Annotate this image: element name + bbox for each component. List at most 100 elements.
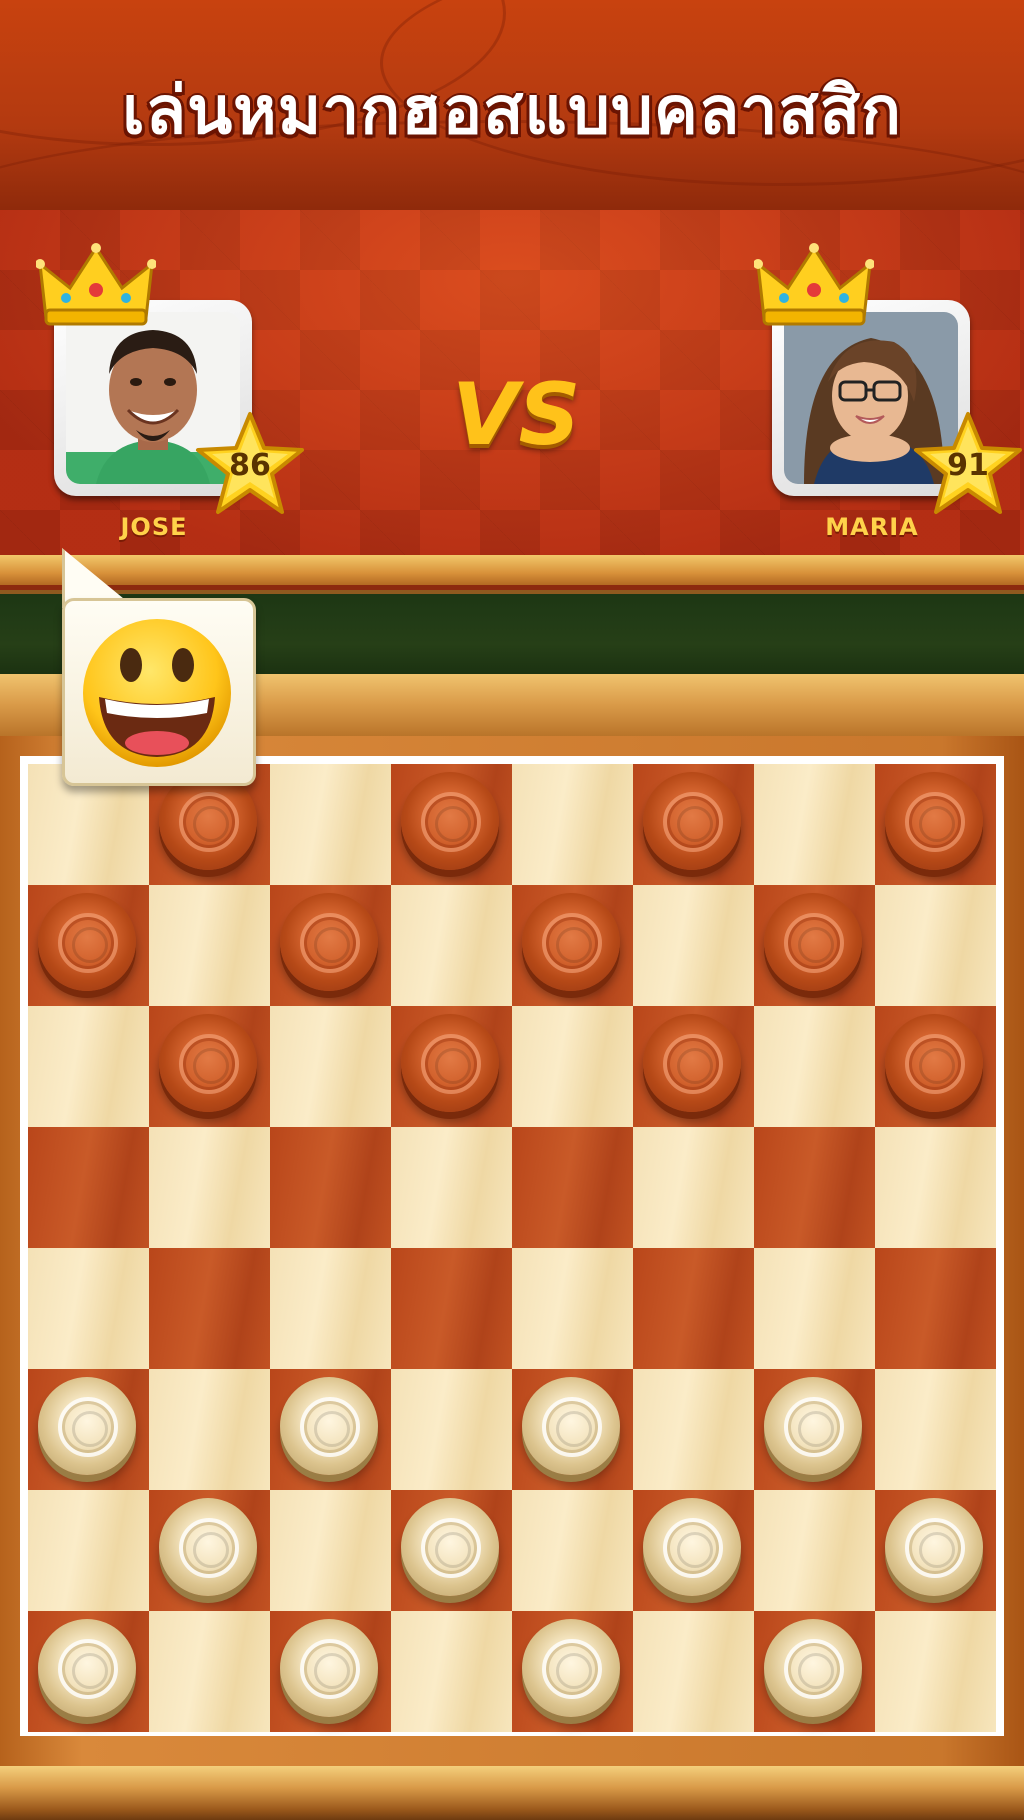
board-square[interactable] <box>149 1127 270 1248</box>
red-checker-piece[interactable] <box>401 772 499 870</box>
board-square[interactable] <box>28 1006 149 1127</box>
white-checker-piece[interactable] <box>522 1619 620 1717</box>
board-square[interactable] <box>391 885 512 1006</box>
board-square[interactable] <box>149 885 270 1006</box>
board-square[interactable] <box>754 1490 875 1611</box>
title-banner: เล่นหมากฮอสแบบคลาสสิก <box>0 0 1024 210</box>
board-square[interactable] <box>754 1127 875 1248</box>
red-checker-piece[interactable] <box>764 893 862 991</box>
white-checker-piece[interactable] <box>38 1377 136 1475</box>
board-square[interactable] <box>28 1611 149 1732</box>
board-square[interactable] <box>149 1006 270 1127</box>
board-square[interactable] <box>270 1006 391 1127</box>
board-square[interactable] <box>270 1490 391 1611</box>
board-square[interactable] <box>875 1248 996 1369</box>
white-checker-piece[interactable] <box>280 1377 378 1475</box>
board-square[interactable] <box>512 1490 633 1611</box>
red-checker-piece[interactable] <box>885 1014 983 1112</box>
board-square[interactable] <box>633 1127 754 1248</box>
board-square[interactable] <box>391 1248 512 1369</box>
emoji-chat-bubble[interactable] <box>62 598 256 786</box>
white-checker-piece[interactable] <box>764 1619 862 1717</box>
board-square[interactable] <box>28 1490 149 1611</box>
board-square[interactable] <box>391 1127 512 1248</box>
red-checker-piece[interactable] <box>280 893 378 991</box>
grinning-face-icon <box>83 619 231 767</box>
white-checker-piece[interactable] <box>280 1619 378 1717</box>
board-square[interactable] <box>149 1490 270 1611</box>
level-badge: 86 <box>194 410 306 518</box>
board-square[interactable] <box>391 1369 512 1490</box>
board-square[interactable] <box>633 1611 754 1732</box>
player-card-jose[interactable]: 86 JOSE <box>36 243 304 541</box>
level-number: 91 <box>947 448 989 483</box>
board-square[interactable] <box>391 1611 512 1732</box>
board-square[interactable] <box>754 1369 875 1490</box>
player-card-maria[interactable]: 91 MARIA <box>754 243 1022 541</box>
board-square[interactable] <box>633 764 754 885</box>
board-square[interactable] <box>875 1611 996 1732</box>
board-square[interactable] <box>270 885 391 1006</box>
board-square[interactable] <box>391 1490 512 1611</box>
red-checker-piece[interactable] <box>643 1014 741 1112</box>
board-square[interactable] <box>512 1127 633 1248</box>
board-square[interactable] <box>28 1127 149 1248</box>
white-checker-piece[interactable] <box>643 1498 741 1596</box>
white-checker-piece[interactable] <box>764 1377 862 1475</box>
board-square[interactable] <box>633 1006 754 1127</box>
board-square[interactable] <box>754 1248 875 1369</box>
board-square[interactable] <box>270 1369 391 1490</box>
board-square[interactable] <box>633 885 754 1006</box>
crown-icon <box>36 243 156 326</box>
white-checker-piece[interactable] <box>522 1377 620 1475</box>
board-square[interactable] <box>633 1369 754 1490</box>
board-square[interactable] <box>633 1490 754 1611</box>
board-square[interactable] <box>512 764 633 885</box>
red-checker-piece[interactable] <box>643 772 741 870</box>
board-square[interactable] <box>149 1369 270 1490</box>
white-checker-piece[interactable] <box>401 1498 499 1596</box>
board-square[interactable] <box>754 885 875 1006</box>
red-checker-piece[interactable] <box>522 893 620 991</box>
board-square[interactable] <box>875 1127 996 1248</box>
red-checker-piece[interactable] <box>38 893 136 991</box>
white-checker-piece[interactable] <box>38 1619 136 1717</box>
board-square[interactable] <box>512 885 633 1006</box>
board-square[interactable] <box>875 1006 996 1127</box>
red-checker-piece[interactable] <box>159 1014 257 1112</box>
board-square[interactable] <box>270 1611 391 1732</box>
board-square[interactable] <box>28 1248 149 1369</box>
red-checker-piece[interactable] <box>401 1014 499 1112</box>
white-checker-piece[interactable] <box>885 1498 983 1596</box>
vs-label: VS <box>452 365 581 465</box>
board-square[interactable] <box>391 764 512 885</box>
board-square[interactable] <box>754 764 875 885</box>
board-square[interactable] <box>28 1369 149 1490</box>
board-square[interactable] <box>754 1611 875 1732</box>
board-square[interactable] <box>875 1369 996 1490</box>
board-square[interactable] <box>270 764 391 885</box>
level-badge: 91 <box>912 410 1024 518</box>
board-square[interactable] <box>149 1611 270 1732</box>
board-square[interactable] <box>149 1248 270 1369</box>
player-name: JOSE <box>120 513 188 541</box>
board-frame-bottom <box>0 1766 1024 1820</box>
level-number: 86 <box>229 448 271 483</box>
board-square[interactable] <box>512 1006 633 1127</box>
board-square[interactable] <box>512 1248 633 1369</box>
board-square[interactable] <box>875 1490 996 1611</box>
board-square[interactable] <box>270 1127 391 1248</box>
board-square[interactable] <box>875 764 996 885</box>
board-square[interactable] <box>633 1248 754 1369</box>
red-checker-piece[interactable] <box>885 772 983 870</box>
board-square[interactable] <box>270 1248 391 1369</box>
board-square[interactable] <box>512 1611 633 1732</box>
board-square[interactable] <box>754 1006 875 1127</box>
board-square[interactable] <box>391 1006 512 1127</box>
board-square[interactable] <box>875 885 996 1006</box>
board-grid <box>28 764 996 1732</box>
white-checker-piece[interactable] <box>159 1498 257 1596</box>
board-square[interactable] <box>28 885 149 1006</box>
board-square[interactable] <box>512 1369 633 1490</box>
crown-icon <box>754 243 874 326</box>
